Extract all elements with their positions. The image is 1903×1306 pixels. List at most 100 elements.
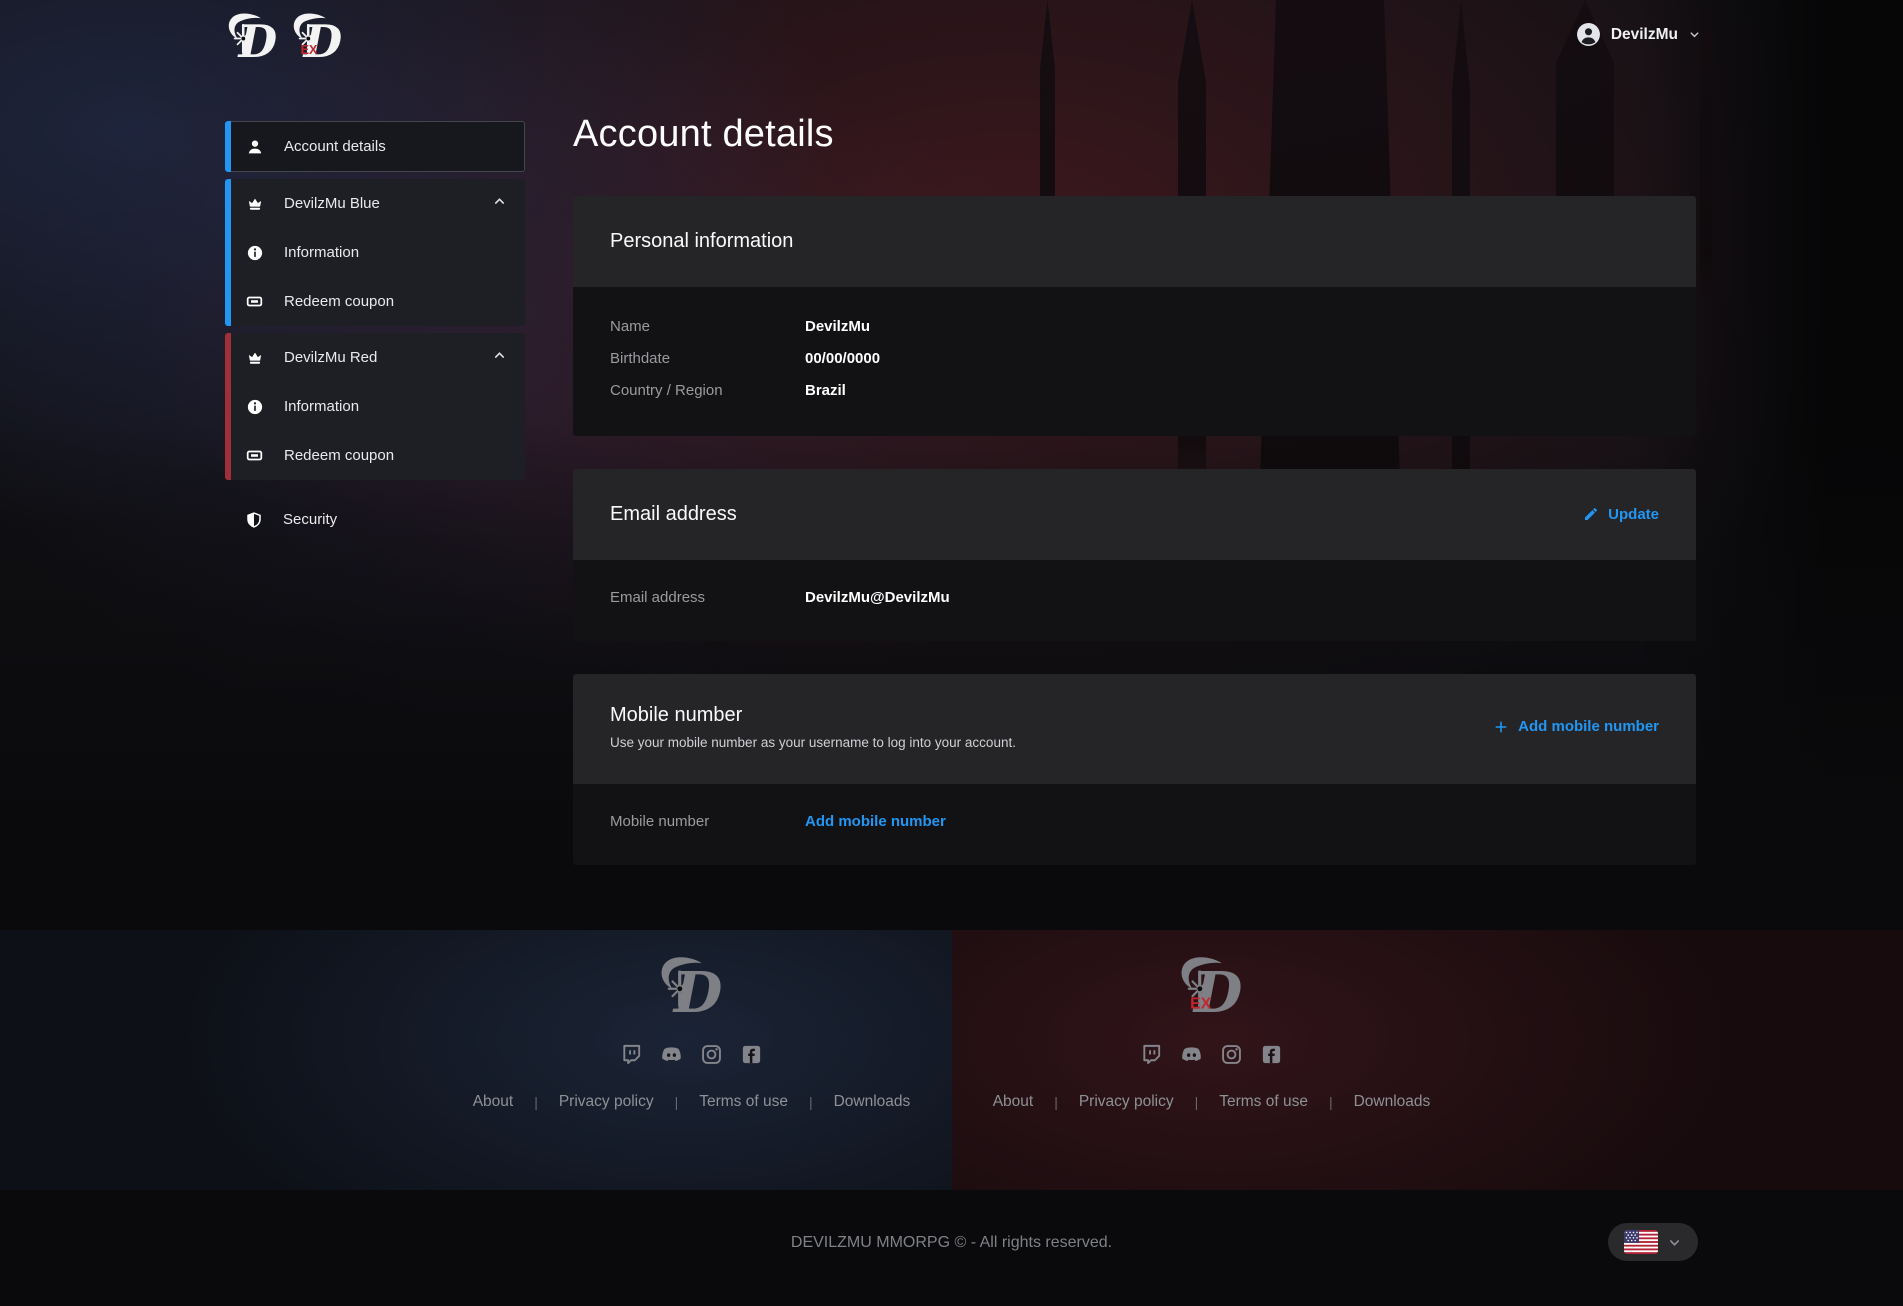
sidebar-group-devilzmu-red: DevilzMu Red Information: [225, 333, 525, 480]
discord-icon[interactable]: [1180, 1043, 1203, 1066]
sidebar-item-label: Redeem coupon: [284, 447, 394, 464]
card-body: Mobile number Add mobile number: [573, 784, 1696, 865]
row-label: Mobile number: [610, 812, 805, 831]
sidebar-section-security: Security: [231, 495, 525, 544]
sidebar-item-security[interactable]: Security: [231, 495, 525, 544]
card-title: Personal information: [610, 230, 793, 253]
instagram-icon[interactable]: [1220, 1043, 1243, 1066]
sidebar-item-devilzmu-red[interactable]: DevilzMu Red: [231, 333, 525, 382]
info-row-email: Email address DevilzMu@DevilzMu: [610, 588, 1659, 607]
twitch-icon[interactable]: [1140, 1043, 1163, 1066]
sidebar-item-information[interactable]: Information: [231, 228, 525, 277]
footer-link-terms-of-use[interactable]: Terms of use: [1219, 1093, 1308, 1111]
user-menu-label: DevilzMu: [1611, 26, 1678, 44]
card-header: Personal information: [573, 196, 1696, 287]
row-value: DevilzMu@DevilzMu: [805, 588, 1659, 607]
devilzmu-footer-logo: D: [653, 954, 731, 1031]
update-email-button[interactable]: Update: [1583, 506, 1659, 523]
row-value: 00/00/0000: [805, 349, 1659, 368]
language-selector[interactable]: [1608, 1223, 1698, 1261]
us-flag-icon: [1624, 1230, 1658, 1254]
info-icon: [245, 398, 264, 416]
info-row-name: Name DevilzMu: [610, 317, 1659, 336]
footer-link-privacy-policy[interactable]: Privacy policy: [1079, 1093, 1174, 1111]
social-links: [1140, 1043, 1283, 1066]
sidebar-section-account: Account details: [225, 121, 525, 172]
card-title: Mobile number: [610, 704, 1016, 727]
logo-ex-badge: EX: [1190, 995, 1212, 1012]
devilzmu-ex-logo[interactable]: D EX: [287, 11, 349, 73]
row-label: Email address: [610, 588, 805, 607]
card-title: Email address: [610, 503, 737, 526]
info-row-birthdate: Birthdate 00/00/0000: [610, 349, 1659, 368]
footer-link-downloads[interactable]: Downloads: [1354, 1093, 1431, 1111]
logo-ex-badge: EX: [301, 43, 318, 57]
instagram-icon[interactable]: [700, 1043, 723, 1066]
sidebar-item-label: Redeem coupon: [284, 293, 394, 310]
shield-icon: [244, 511, 263, 529]
row-label: Birthdate: [610, 349, 805, 368]
discord-icon[interactable]: [660, 1043, 683, 1066]
devilzmu-ex-footer-logo: D EX: [1173, 954, 1251, 1031]
card-body: Name DevilzMu Birthdate 00/00/0000 Count…: [573, 287, 1696, 436]
sidebar-item-redeem-coupon[interactable]: Redeem coupon: [231, 277, 525, 326]
footer-link-separator: |: [675, 1094, 679, 1110]
footer-links: About | Privacy policy | Terms of use | …: [473, 1093, 911, 1111]
person-icon: [245, 138, 264, 156]
footer-link-separator: |: [1054, 1094, 1058, 1110]
row-label: Name: [610, 317, 805, 336]
sidebar-item-label: Security: [283, 511, 337, 528]
user-menu[interactable]: DevilzMu: [1576, 22, 1701, 47]
row-value: DevilzMu: [805, 317, 1659, 336]
sidebar-item-information[interactable]: Information: [231, 382, 525, 431]
chevron-up-icon: [492, 348, 507, 367]
social-links: [620, 1043, 763, 1066]
crown-icon: [245, 349, 264, 367]
sidebar-item-label: DevilzMu Red: [284, 349, 377, 366]
footer-link-terms-of-use[interactable]: Terms of use: [699, 1093, 788, 1111]
plus-icon: [1493, 719, 1509, 735]
sidebar-item-redeem-coupon[interactable]: Redeem coupon: [231, 431, 525, 480]
brand-logos[interactable]: D D EX: [222, 11, 349, 73]
sidebar-item-label: DevilzMu Blue: [284, 195, 380, 212]
info-row-mobile: Mobile number Add mobile number: [610, 812, 1659, 831]
row-value: Brazil: [805, 381, 1659, 400]
coupon-icon: [245, 292, 264, 311]
card-subtitle: Use your mobile number as your username …: [610, 735, 1016, 750]
sidebar: Account details DevilzMu Blue: [225, 121, 525, 544]
crown-icon: [245, 195, 264, 213]
sidebar-group-devilzmu-blue: DevilzMu Blue Information: [225, 179, 525, 326]
sidebar-item-account-details[interactable]: Account details: [231, 122, 524, 171]
card-body: Email address DevilzMu@DevilzMu: [573, 560, 1696, 641]
twitch-icon[interactable]: [620, 1043, 643, 1066]
add-mobile-number-button[interactable]: Add mobile number: [1493, 718, 1659, 735]
chevron-down-icon: [1688, 28, 1701, 41]
footer-link-downloads[interactable]: Downloads: [834, 1093, 911, 1111]
footer-link-about[interactable]: About: [473, 1093, 514, 1111]
card-header: Mobile number Use your mobile number as …: [573, 674, 1696, 784]
main-content: Account details Personal information Nam…: [573, 96, 1696, 898]
blue-accent-bar: [225, 179, 231, 326]
footer-red-panel: D EX: [952, 930, 1903, 1190]
facebook-icon[interactable]: [740, 1043, 763, 1066]
mobile-header-text: Mobile number Use your mobile number as …: [610, 704, 1016, 750]
info-row-country: Country / Region Brazil: [610, 381, 1659, 400]
add-mobile-label: Add mobile number: [1518, 718, 1659, 735]
sidebar-item-label: Account details: [284, 138, 386, 155]
footer-link-separator: |: [534, 1094, 538, 1110]
facebook-icon[interactable]: [1260, 1043, 1283, 1066]
footer-link-separator: |: [1329, 1094, 1333, 1110]
chevron-down-icon: [1667, 1235, 1682, 1250]
personal-information-card: Personal information Name DevilzMu Birth…: [573, 196, 1696, 436]
sidebar-item-devilzmu-blue[interactable]: DevilzMu Blue: [231, 179, 525, 228]
sidebar-item-label: Information: [284, 244, 359, 261]
devilzmu-logo[interactable]: D: [222, 11, 284, 73]
chevron-up-icon: [492, 194, 507, 213]
footer-link-privacy-policy[interactable]: Privacy policy: [559, 1093, 654, 1111]
card-header: Email address Update: [573, 469, 1696, 560]
add-mobile-number-link[interactable]: Add mobile number: [805, 813, 946, 830]
footer-links: About | Privacy policy | Terms of use | …: [993, 1093, 1431, 1111]
row-label: Country / Region: [610, 381, 805, 400]
footer-link-separator: |: [809, 1094, 813, 1110]
footer-link-about[interactable]: About: [993, 1093, 1034, 1111]
